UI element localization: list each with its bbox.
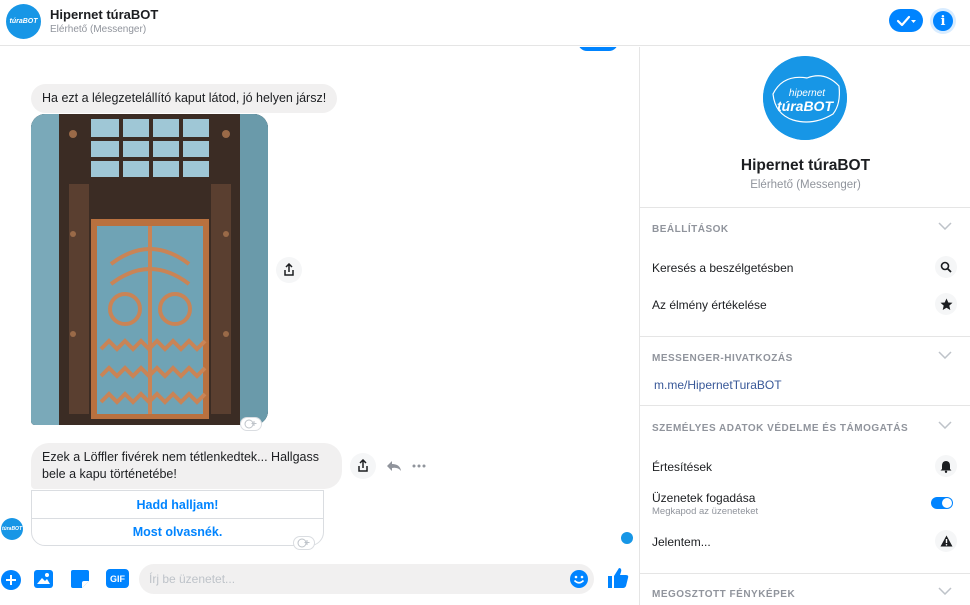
chevron-down-icon (938, 351, 952, 359)
divider (640, 573, 970, 574)
star-icon (935, 293, 957, 315)
profile-name: Hipernet túraBOT (740, 157, 871, 174)
message-list[interactable]: Ha ezt a lélegzetelállító kaput látod, j… (0, 47, 639, 605)
divider (640, 336, 970, 337)
plus-circle-icon[interactable] (0, 569, 22, 591)
quick-reply-read[interactable]: Most olvasnék. (32, 518, 323, 545)
section-photos-header[interactable]: MEGOSZTOTT FÉNYKÉPEK (652, 587, 962, 600)
search-in-conversation[interactable]: Keresés a beszélgetésben (652, 256, 962, 278)
bell-icon (935, 455, 957, 477)
svg-text:túraBOT: túraBOT (777, 98, 834, 114)
check-icon (896, 15, 916, 26)
chevron-down-icon (938, 222, 952, 230)
info-button[interactable]: i (930, 8, 956, 34)
profile-status: Elérhető (Messenger) (750, 179, 861, 191)
own-message-bubble (578, 47, 618, 51)
section-privacy-header[interactable]: SZEMÉLYES ADATOK VÉDELME ÉS TÁMOGATÁS (652, 421, 962, 434)
share-button[interactable] (276, 257, 302, 283)
smiley-plus-icon (244, 419, 257, 429)
message-bubble[interactable]: Ezek a Löffler fivérek nem tétlenkedtek.… (31, 443, 342, 489)
bot-avatar-small: túraBOT (1, 518, 23, 540)
notifications-row[interactable]: Értesítések (652, 455, 962, 477)
image-icon[interactable] (33, 569, 54, 589)
reply-icon[interactable] (386, 460, 402, 472)
divider (640, 405, 970, 406)
message-input[interactable] (139, 564, 539, 594)
profile-avatar: hipernet túraBOT (763, 56, 847, 140)
receive-messages-toggle[interactable] (931, 497, 953, 509)
quick-replies: Hadd halljam! Most olvasnék. (31, 490, 324, 546)
add-reaction-button[interactable] (293, 536, 315, 550)
report-row[interactable]: Jelentem... (652, 530, 962, 552)
like-icon[interactable] (606, 566, 630, 590)
chevron-down-icon (938, 587, 952, 595)
search-icon (935, 256, 957, 278)
conversation-title: Hipernet túraBOT (50, 7, 159, 22)
bot-avatar[interactable]: túraBOT (6, 4, 41, 39)
more-icon[interactable] (412, 464, 426, 468)
check-menu-button[interactable] (889, 9, 923, 32)
receive-messages-row: Üzenetek fogadása Megkapod az üzeneteket (652, 491, 962, 517)
chevron-down-icon (938, 421, 952, 429)
info-panel: hipernet túraBOT Hipernet túraBOT Elérhe… (639, 47, 970, 605)
messenger-app: túraBOT Hipernet túraBOT Elérhető (Messe… (0, 0, 970, 605)
rate-experience[interactable]: Az élmény értékelése (652, 293, 962, 315)
warning-icon (935, 530, 957, 552)
messenger-link[interactable]: m.me/HipernetTuraBOT (654, 378, 782, 392)
gif-button[interactable]: GIF (106, 569, 129, 588)
conversation-status: Elérhető (Messenger) (50, 24, 147, 35)
turabot-logo: hipernet túraBOT (763, 56, 847, 140)
add-reaction-button[interactable] (240, 417, 262, 431)
section-link-header[interactable]: MESSENGER-HIVATKOZÁS (652, 351, 962, 364)
section-settings-header[interactable]: BEÁLLÍTÁSOK (652, 222, 962, 235)
message-input-wrap (139, 564, 594, 594)
smiley-plus-icon (297, 538, 310, 548)
seen-indicator (621, 532, 633, 544)
share-icon (284, 263, 294, 276)
composer: GIF (0, 564, 639, 605)
ornate-door-image (31, 114, 268, 425)
sticker-icon[interactable] (70, 569, 90, 589)
conversation-header: túraBOT Hipernet túraBOT Elérhető (Messe… (0, 0, 970, 46)
share-icon (358, 459, 368, 472)
quick-reply-listen[interactable]: Hadd halljam! (32, 491, 323, 518)
share-button[interactable] (350, 453, 376, 479)
door-photo[interactable] (31, 114, 268, 425)
info-icon: i (933, 11, 953, 31)
message-actions (350, 453, 426, 479)
divider (640, 207, 970, 208)
message-bubble[interactable]: Ha ezt a lélegzetelállító kaput látod, j… (31, 84, 338, 113)
emoji-icon[interactable] (569, 569, 589, 589)
